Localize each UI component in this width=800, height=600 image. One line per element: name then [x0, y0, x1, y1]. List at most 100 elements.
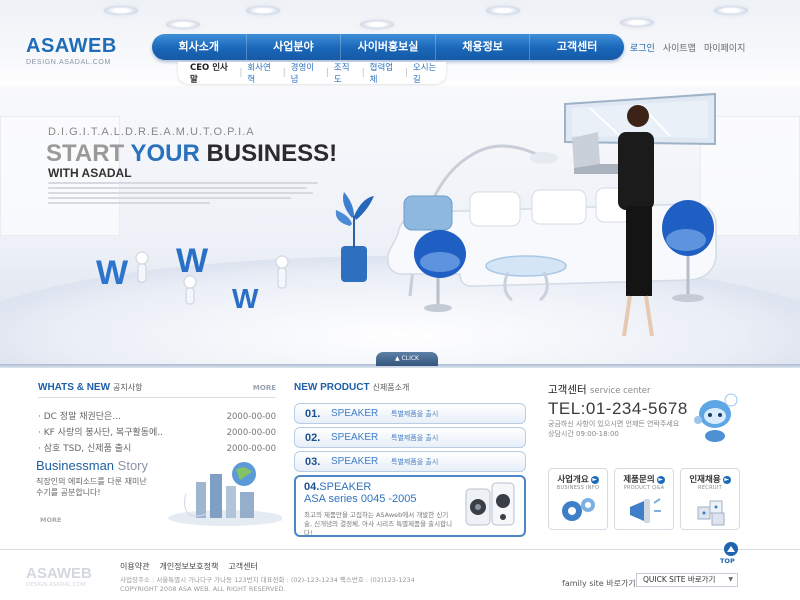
- city-globe-icon: [168, 462, 282, 526]
- subnav-history[interactable]: 회사연혁: [247, 61, 277, 85]
- product-item[interactable]: 03. SPEAKER 특별제품을 출시: [294, 451, 526, 472]
- cubes-icon: [697, 500, 725, 526]
- quick-label: 제품문의 ►: [615, 473, 673, 485]
- product-item[interactable]: 02. SPEAKER 특별제품을 출시: [294, 427, 526, 448]
- news-item-date: 2000-00-00: [226, 412, 276, 422]
- footer-copyright: COPYRIGHT 2008 ASA WEB. ALL RIGHT RESERV…: [120, 585, 286, 593]
- news-item[interactable]: · KF 사랑의 봉사단, 복구활동에.. 2000-00-00: [38, 426, 276, 441]
- subnav-partners[interactable]: 협력업체: [370, 61, 400, 85]
- divider: |: [405, 68, 408, 78]
- quick-sublabel: BUSINESS INFO: [556, 485, 600, 491]
- nav-item-business[interactable]: 사업분야: [247, 34, 342, 60]
- footer-address: 사업장주소 : 서울특별시 가나다구 가나동 123번지 대표전화 : (02)…: [120, 576, 415, 594]
- arrow-right-icon: ►: [656, 475, 665, 484]
- quick-business-info[interactable]: 사업개요 ► BUSINESS INFO: [548, 468, 608, 530]
- new-product-section: NEW PRODUCT 신제품소개 01. SPEAKER 특별제품을 출시 02…: [294, 382, 526, 537]
- product-number: 03.: [305, 455, 321, 468]
- subnav-ceo[interactable]: CEO 인사말: [190, 61, 234, 85]
- news-header: WHATS & NEW 공지사항 MORE: [38, 382, 276, 398]
- quick-sublabel: PRODUCT Q&A: [623, 485, 665, 491]
- biz-more-button[interactable]: MORE: [40, 516, 61, 524]
- login-link[interactable]: 로그인: [630, 41, 655, 54]
- logo-subtext: DESIGN.ASADAL.COM: [26, 59, 111, 66]
- ceiling-light-icon: [104, 6, 138, 15]
- megaphone-icon: [630, 498, 661, 523]
- family-site-value: QUICK SITE 바로가기: [643, 575, 716, 584]
- quick-label-text: 사업개요: [557, 475, 589, 485]
- main-navigation: 회사소개 사업분야 사이버홍보실 채용정보 고객센터: [152, 34, 624, 60]
- hero-illustration: W W W: [96, 92, 717, 337]
- www-letter: W: [176, 242, 209, 280]
- news-item-title: · KF 사랑의 봉사단, 복구활동에..: [38, 428, 164, 438]
- www-figures-icon: W W W: [96, 242, 289, 314]
- ceiling-light-icon: [714, 6, 748, 15]
- mypage-link[interactable]: 마이페이지: [704, 41, 745, 54]
- biz-title-main: Businessman: [36, 458, 115, 473]
- gears-icon: [562, 498, 595, 521]
- privacy-link[interactable]: 개인정보보호정책: [159, 561, 218, 572]
- product-name: SPEAKER: [331, 456, 379, 467]
- www-letter: W: [96, 254, 129, 292]
- quick-label-text: 제품문의: [623, 475, 655, 485]
- chevron-up-icon: ▲: [395, 355, 400, 362]
- terms-link[interactable]: 이용약관: [120, 561, 149, 572]
- businessman-story-banner[interactable]: Businessman Story 직장인의 에피소드를 다룬 재미난 수기를 …: [36, 458, 282, 528]
- blue-chair-icon: [414, 230, 466, 312]
- quick-recruit[interactable]: 인재채용 ► RECRUIT: [680, 468, 740, 530]
- divider: |: [361, 68, 365, 78]
- quick-product-qa[interactable]: 제품문의 ► PRODUCT Q&A: [614, 468, 674, 530]
- product-number: 01.: [305, 407, 321, 420]
- hero-click-button[interactable]: ▲ CLICK: [376, 352, 438, 366]
- family-site-label: family site 바로가기: [562, 579, 636, 588]
- subnav-directions[interactable]: 오시는 길: [413, 61, 446, 85]
- product-name: SPEAKER: [331, 432, 379, 443]
- divider: |: [326, 68, 329, 78]
- cs-title-en: service center: [589, 386, 651, 396]
- footer-address-line: 사업장주소 : 서울특별시 가나다구 가나동 123번지 대표전화 : (02)…: [120, 576, 415, 584]
- quick-label: 인재채용 ►: [681, 473, 739, 485]
- news-more-button[interactable]: MORE: [253, 384, 276, 392]
- footer-divider: [0, 549, 800, 550]
- subnav-philosophy[interactable]: 경영이념: [291, 61, 321, 85]
- utility-menu: 로그인 사이트맵 마이페이지: [630, 41, 745, 54]
- product-item[interactable]: 01. SPEAKER 특별제품을 출시: [294, 403, 526, 424]
- product-number: 02.: [305, 431, 321, 444]
- featured-product-number: 04.: [304, 481, 320, 493]
- footer-logo-sub: DESIGN.ASADAL.COM: [26, 582, 86, 588]
- product-name: SPEAKER: [331, 408, 379, 419]
- news-title-kr: 공지사항: [113, 383, 143, 392]
- news-list: · DC 정말 채권단은... 2000-00-00 · KF 사랑의 봉사단,…: [38, 410, 276, 457]
- nav-item-company[interactable]: 회사소개: [152, 34, 247, 60]
- arrow-right-icon: ►: [590, 475, 599, 484]
- quick-sublabel: RECRUIT: [698, 485, 722, 491]
- news-title: WHATS & NEW 공지사항: [38, 382, 142, 393]
- ceiling-light-icon: [166, 20, 200, 29]
- featured-product[interactable]: 04.SPEAKER ASA series 0045 -2005 최고의 제품만…: [294, 475, 526, 537]
- chevron-down-icon: ▼: [728, 576, 733, 583]
- subnav-organization[interactable]: 조직도: [334, 61, 357, 85]
- ceiling-light-icon: [246, 6, 280, 15]
- nav-item-customer[interactable]: 고객센터: [530, 34, 624, 60]
- arrow-up-icon: [727, 546, 735, 552]
- product-subtitle: 특별제품을 출시: [391, 457, 439, 466]
- hero-banner: D.I.G.I.T.A.L.D.R.E.A.M.U.T.O.P.I.A STAR…: [0, 86, 800, 366]
- click-label: CLICK: [401, 355, 419, 362]
- arrow-right-icon: ►: [722, 475, 731, 484]
- nav-item-pr[interactable]: 사이버홍보실: [341, 34, 436, 60]
- news-item[interactable]: · 삼호 TSD, 신제품 출시 2000-00-00: [38, 442, 276, 457]
- customer-center-link[interactable]: 고객센터: [228, 561, 257, 572]
- product-title-kr: 신제품소개: [372, 383, 410, 392]
- sub-navigation: CEO 인사말 | 회사연혁 | 경영이념 | 조직도 | 협력업체 | 오시는…: [178, 61, 446, 85]
- news-item[interactable]: · DC 정말 채권단은... 2000-00-00: [38, 410, 276, 425]
- site-logo[interactable]: ASAWEB DESIGN.ASADAL.COM: [26, 36, 117, 66]
- nav-item-recruit[interactable]: 채용정보: [436, 34, 531, 60]
- featured-product-name: SPEAKER: [319, 481, 372, 493]
- product-title: NEW PRODUCT 신제품소개: [294, 382, 526, 393]
- scroll-top-button[interactable]: [724, 542, 738, 556]
- ceiling-light-icon: [486, 6, 520, 15]
- family-site-select[interactable]: QUICK SITE 바로가기 ▼: [636, 573, 738, 587]
- ceiling-light-icon: [360, 20, 394, 29]
- sitemap-link[interactable]: 사이트맵: [663, 41, 696, 54]
- plant-icon: [335, 192, 374, 282]
- scroll-top-label[interactable]: TOP: [720, 557, 735, 565]
